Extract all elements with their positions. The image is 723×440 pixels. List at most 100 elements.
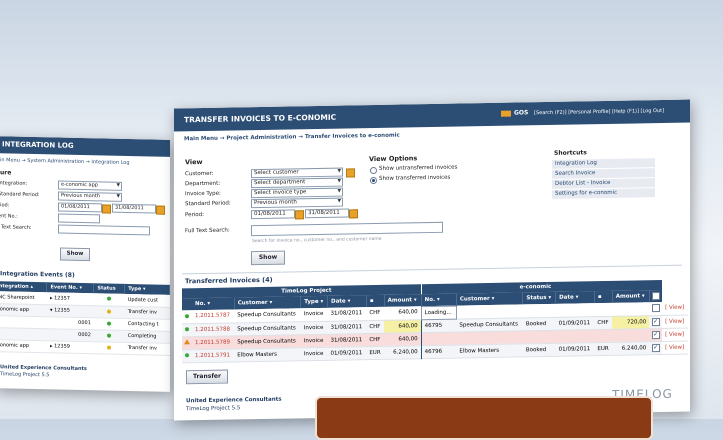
show-button[interactable]: Show: [251, 250, 285, 266]
filter-select[interactable]: Previous month: [58, 191, 122, 202]
transfer-checkbox-cell[interactable]: [649, 302, 662, 315]
filter-label: Standard Period:: [0, 191, 40, 199]
transfer-checkbox[interactable]: ✓: [651, 330, 660, 339]
column-header[interactable]: No. ▾: [192, 297, 235, 311]
view-option-label[interactable]: Show untransferred invoices: [379, 165, 457, 172]
select-all-checkbox-cell[interactable]: [649, 289, 663, 303]
calendar-icon[interactable]: [295, 210, 304, 220]
events-title: Integration Events (8): [0, 270, 75, 279]
user-name[interactable]: GOS: [514, 109, 528, 116]
no-cell[interactable]: 1.2011.5788: [192, 322, 234, 336]
view-field-select[interactable]: Select invoice type: [251, 187, 343, 199]
customer-cell: Speedup Consultants: [237, 337, 296, 345]
e-no-cell: Loading…: [421, 305, 457, 320]
integration-cell: conomic app: [0, 342, 30, 349]
transfer-checkbox-cell[interactable]: ✓: [649, 341, 662, 354]
customer-cell: Elbow Masters: [237, 351, 277, 358]
transfer-checkbox[interactable]: [651, 304, 660, 313]
e-no-cell: 46795: [421, 318, 457, 333]
type-cell: Invoice: [303, 337, 324, 344]
shortcut-link[interactable]: Settings for e-conomic: [552, 188, 655, 199]
no-cell[interactable]: 1.2011.5791: [192, 348, 234, 362]
status-cell: [94, 305, 125, 318]
lookup-icon[interactable]: [346, 168, 355, 178]
event-cell[interactable]: 0001: [47, 316, 94, 329]
event-cell[interactable]: ▾ 12355: [47, 304, 94, 317]
filter-input[interactable]: [58, 213, 100, 224]
no-cell[interactable]: 1.2011.5789: [192, 335, 234, 349]
view-option-radio[interactable]: [370, 166, 377, 175]
column-header[interactable]: Type ▾: [300, 295, 328, 309]
show-button[interactable]: Show: [60, 247, 90, 262]
view-field-select[interactable]: Select department: [251, 177, 343, 189]
type-cell: Transfer inv: [127, 344, 157, 352]
filter-label: riod:: [0, 202, 10, 209]
view-link[interactable]: [ View]: [662, 327, 688, 341]
customer-cell: Speedup Consultants: [237, 311, 296, 319]
view-option-radio[interactable]: [370, 176, 377, 185]
column-header[interactable]: Date ▾: [555, 291, 595, 304]
top-links[interactable]: [Search (F2)] [Personal Profile] [Help (…: [534, 108, 664, 116]
status-dot-icon: [185, 353, 189, 358]
transfer-checkbox[interactable]: ✓: [651, 343, 660, 352]
event-cell[interactable]: ▸ 12357: [47, 292, 94, 305]
e-amount-cell: 6.240,00: [621, 344, 647, 352]
integration-cell: [0, 315, 47, 328]
column-header[interactable]: Status: [93, 283, 125, 294]
cur-cell: CHF: [369, 310, 381, 317]
filter-select[interactable]: e-conomic app: [58, 180, 122, 191]
column-header[interactable]: Amount ▾: [384, 294, 422, 307]
view-option-label[interactable]: Show transferred invoices: [379, 175, 450, 182]
view-link[interactable]: [ View]: [662, 301, 688, 315]
group-spacer: [649, 279, 663, 291]
column-header[interactable]: Amount ▾: [612, 290, 650, 303]
view-link[interactable]: [ View]: [662, 340, 688, 354]
period-from-input[interactable]: 01/08/2011: [58, 202, 102, 213]
e-date-cell: 01/09/2011: [558, 345, 591, 353]
column-header[interactable]: ▪: [594, 290, 613, 304]
shortcut-link[interactable]: Search Invoice: [552, 168, 655, 179]
filter-label: l Text Search:: [0, 224, 32, 231]
group-spacer: [662, 279, 688, 290]
view-field-select[interactable]: Previous month: [251, 197, 343, 209]
e-cur-cell: [594, 303, 612, 316]
shortcut-link[interactable]: Debtor List - Invoice: [552, 178, 655, 189]
status-dot-icon: [107, 321, 112, 326]
column-header[interactable]: ▪: [366, 294, 385, 308]
filter-input[interactable]: [58, 224, 150, 236]
table-row[interactable]: conomic app ▸ 12359 Transfer inv: [0, 339, 170, 355]
column-header[interactable]: Status ▾: [522, 291, 556, 305]
cur-cell: EUR: [369, 349, 381, 356]
type-cell: Update cust: [127, 296, 158, 304]
calendar-icon[interactable]: [102, 204, 111, 214]
customer-cell: Speedup Consultants: [237, 324, 296, 332]
shortcuts-heading: Shortcuts: [554, 149, 587, 157]
transfer-button[interactable]: Transfer: [186, 369, 228, 385]
transfer-checkbox-cell[interactable]: ✓: [649, 328, 662, 341]
search-input[interactable]: [251, 221, 443, 237]
period-label: Period:: [185, 211, 205, 219]
no-cell[interactable]: 1.2011.5787: [192, 309, 234, 323]
column-header[interactable]: No. ▾: [421, 293, 457, 307]
calendar-icon[interactable]: [156, 205, 165, 215]
grid-title: Transferred Invoices (4): [185, 275, 273, 286]
event-cell[interactable]: ▸ 12359: [47, 340, 94, 353]
transfer-checkbox[interactable]: ✓: [651, 317, 660, 326]
calendar-icon[interactable]: [349, 209, 358, 219]
period-from-input[interactable]: 01/08/2011: [251, 209, 295, 220]
e-customer-cell: Elbow Masters: [459, 347, 500, 355]
shortcut-link[interactable]: Integration Log: [552, 158, 655, 169]
status-cell: [94, 341, 125, 354]
event-cell[interactable]: 0002: [47, 328, 94, 341]
date-cell: 31/08/2011: [330, 310, 363, 318]
transfer-checkbox-cell[interactable]: ✓: [649, 315, 662, 328]
status-cell: [94, 317, 125, 330]
select-all-checkbox[interactable]: [651, 292, 660, 301]
view-field-select[interactable]: Select customer: [251, 167, 343, 179]
e-cur-cell: EUR: [597, 345, 609, 352]
column-header[interactable]: Date ▾: [327, 295, 367, 308]
period-to-input[interactable]: 31/08/2011: [305, 208, 349, 219]
view-link[interactable]: [ View]: [662, 314, 688, 328]
filter-label: ent No.:: [0, 213, 18, 220]
period-to-input[interactable]: 31/08/2011: [112, 203, 156, 214]
